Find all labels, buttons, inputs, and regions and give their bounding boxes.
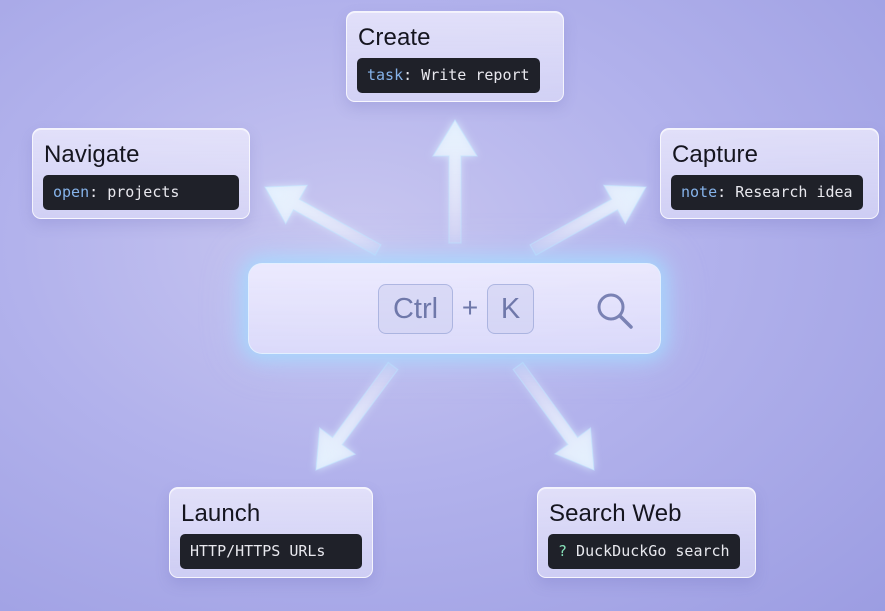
search-web-prefix: ? xyxy=(558,542,568,560)
arrow-to-search xyxy=(512,361,595,471)
ctrl-key: Ctrl xyxy=(378,284,453,334)
search-web-card[interactable]: Search Web ? DuckDuckGo search xyxy=(537,487,756,578)
create-keyword: task xyxy=(367,66,404,84)
capture-command: note: Research idea xyxy=(671,175,863,210)
navigate-keyword: open xyxy=(53,183,90,201)
search-web-text: DuckDuckGo search xyxy=(567,542,730,560)
arrow-to-navigate xyxy=(263,184,382,257)
launch-command: HTTP/HTTPS URLs xyxy=(180,534,362,569)
navigate-sep: : xyxy=(89,183,108,201)
arrow-to-launch xyxy=(315,361,399,471)
launch-title: Launch xyxy=(181,500,261,527)
create-title: Create xyxy=(358,24,431,51)
create-card[interactable]: Create task: Write report xyxy=(346,11,564,102)
search-web-title: Search Web xyxy=(549,500,682,527)
capture-text: Research idea xyxy=(735,183,853,201)
create-text: Write report xyxy=(421,66,530,84)
navigate-command: open: projects xyxy=(43,175,239,210)
k-key: K xyxy=(487,284,534,334)
launch-text: HTTP/HTTPS URLs xyxy=(190,542,326,560)
capture-sep: : xyxy=(717,183,736,201)
command-palette[interactable]: Ctrl + K xyxy=(248,263,661,354)
navigate-text: projects xyxy=(107,183,180,201)
arrow-to-capture xyxy=(529,184,648,257)
navigate-title: Navigate xyxy=(44,141,140,168)
search-icon[interactable] xyxy=(594,290,636,332)
arrow-to-create xyxy=(431,118,479,244)
search-web-command: ? DuckDuckGo search xyxy=(548,534,740,569)
capture-card[interactable]: Capture note: Research idea xyxy=(660,128,879,219)
create-command: task: Write report xyxy=(357,58,540,93)
capture-title: Capture xyxy=(672,141,759,168)
plus-sign: + xyxy=(461,292,479,323)
create-sep: : xyxy=(403,66,422,84)
capture-keyword: note xyxy=(681,183,718,201)
launch-card[interactable]: Launch HTTP/HTTPS URLs xyxy=(169,487,373,578)
navigate-card[interactable]: Navigate open: projects xyxy=(32,128,250,219)
